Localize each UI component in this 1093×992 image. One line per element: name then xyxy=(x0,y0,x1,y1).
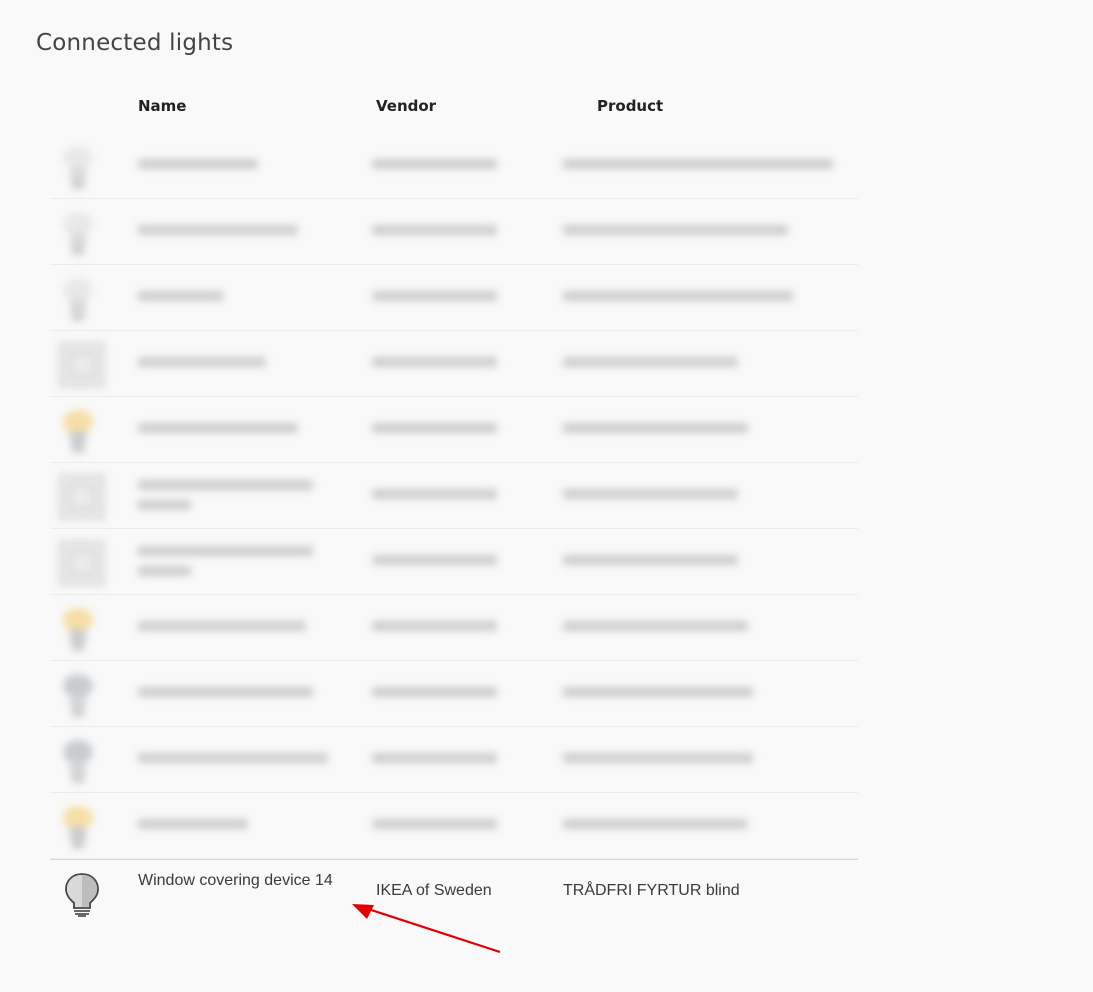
table-row[interactable] xyxy=(50,331,858,397)
device-product-redacted xyxy=(563,155,853,175)
device-name-redacted xyxy=(138,155,328,175)
table-row[interactable] xyxy=(50,463,858,529)
device-name-redacted xyxy=(138,617,328,637)
bulb-icon xyxy=(58,275,106,323)
device-name-redacted xyxy=(138,542,328,582)
device-vendor-redacted xyxy=(372,221,532,241)
table-row[interactable] xyxy=(50,793,858,859)
bulb-icon xyxy=(58,737,106,785)
table-row[interactable] xyxy=(50,199,858,265)
device-name-redacted xyxy=(138,683,328,703)
table-row[interactable] xyxy=(50,595,858,661)
device-vendor-redacted xyxy=(372,551,532,571)
device-vendor-redacted xyxy=(372,617,532,637)
device-vendor-redacted xyxy=(372,353,532,373)
device-name-redacted xyxy=(138,353,328,373)
device-product: TRÅDFRI FYRTUR blind xyxy=(563,882,740,899)
column-header-product[interactable]: Product xyxy=(597,97,663,115)
table-row[interactable] xyxy=(50,529,858,595)
device-name-redacted xyxy=(138,749,328,769)
device-product-redacted xyxy=(563,617,853,637)
page-title: Connected lights xyxy=(36,30,234,56)
device-vendor-redacted xyxy=(372,485,532,505)
table-row[interactable] xyxy=(50,661,858,727)
plug-icon xyxy=(58,539,106,587)
device-product-redacted xyxy=(563,551,853,571)
bulb-icon xyxy=(58,671,106,719)
device-name-redacted xyxy=(138,476,328,516)
bulb-icon xyxy=(58,407,106,455)
device-name-redacted xyxy=(138,815,328,835)
column-header-name[interactable]: Name xyxy=(138,97,186,115)
device-product-redacted xyxy=(563,815,853,835)
device-product-redacted xyxy=(563,749,853,769)
device-product-redacted xyxy=(563,353,853,373)
page: Connected lights Name Vendor Product Win… xyxy=(0,0,1093,992)
device-product-redacted xyxy=(563,287,853,307)
column-header-vendor[interactable]: Vendor xyxy=(376,97,436,115)
plug-icon xyxy=(58,473,106,521)
device-vendor-redacted xyxy=(372,749,532,769)
device-vendor-redacted xyxy=(372,419,532,439)
device-vendor-redacted xyxy=(372,683,532,703)
device-name-redacted xyxy=(138,221,328,241)
table-row[interactable] xyxy=(50,265,858,331)
bulb-icon xyxy=(62,870,110,918)
device-name-redacted xyxy=(138,419,328,439)
bulb-icon xyxy=(58,605,106,653)
device-product-redacted xyxy=(563,221,853,241)
device-name-redacted xyxy=(138,287,328,307)
device-vendor-redacted xyxy=(372,287,532,307)
table-row[interactable] xyxy=(50,397,858,463)
table-row[interactable] xyxy=(50,727,858,793)
device-product-redacted xyxy=(563,485,853,505)
lights-table: Window covering device 14 IKEA of Sweden… xyxy=(50,133,858,926)
bulb-icon xyxy=(58,143,106,191)
table-row[interactable] xyxy=(50,133,858,199)
device-vendor-redacted xyxy=(372,155,532,175)
device-name: Window covering device 14 xyxy=(138,872,333,889)
bulb-icon xyxy=(58,803,106,851)
bulb-icon xyxy=(58,209,106,257)
device-vendor-redacted xyxy=(372,815,532,835)
annotation-arrow xyxy=(352,904,501,954)
device-product-redacted xyxy=(563,419,853,439)
device-product-redacted xyxy=(563,683,853,703)
plug-icon xyxy=(58,341,106,389)
